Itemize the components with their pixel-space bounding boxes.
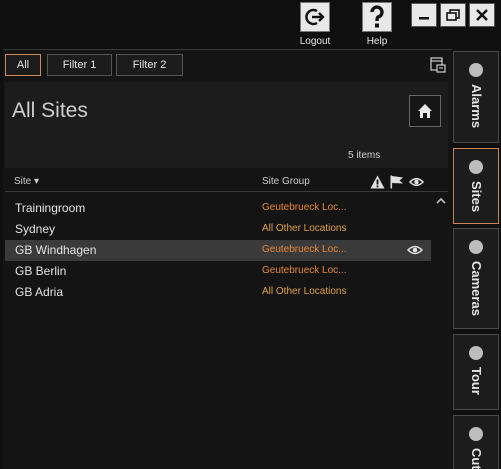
table-row[interactable]: Sydney All Other Locations <box>5 219 431 240</box>
popout-icon[interactable] <box>430 57 446 73</box>
table-row[interactable]: GB Adria All Other Locations <box>5 282 431 303</box>
side-tab-cut[interactable]: Cut <box>453 415 499 469</box>
tab-filter-1[interactable]: Filter 1 <box>47 54 112 76</box>
logout-label: Logout <box>299 36 331 47</box>
logout-button[interactable]: Logout <box>292 2 338 50</box>
table-row[interactable]: GB Windhagen Geutebrueck Loc... <box>5 240 431 261</box>
side-tab-alarms[interactable]: Alarms <box>453 51 499 143</box>
site-group: Geutebrueck Loc... <box>262 244 347 255</box>
site-name: GB Windhagen <box>15 243 97 257</box>
sites-list: Trainingroom Geutebrueck Loc... Sydney A… <box>5 198 431 303</box>
status-dot-icon <box>469 63 483 77</box>
side-tab-label: Cameras <box>469 261 484 316</box>
site-group: Geutebrueck Loc... <box>262 265 347 276</box>
site-name: GB Berlin <box>15 264 67 278</box>
tab-filter-2[interactable]: Filter 2 <box>116 54 183 76</box>
items-count: 5 items <box>348 150 381 161</box>
column-site[interactable]: Site ▾ <box>14 176 39 187</box>
status-dot-icon <box>469 427 483 441</box>
status-dot-icon <box>469 346 483 360</box>
page-title: All Sites <box>12 99 88 122</box>
site-group: All Other Locations <box>262 223 347 234</box>
side-tab-tour[interactable]: Tour <box>453 334 499 410</box>
maximize-button[interactable] <box>440 3 466 27</box>
side-tab-cameras[interactable]: Cameras <box>453 228 499 329</box>
help-button[interactable]: Help <box>354 2 400 50</box>
scroll-up-icon[interactable] <box>435 196 447 206</box>
side-tab-label: Sites <box>469 181 484 213</box>
column-header: Site ▾ Site Group <box>5 172 448 192</box>
close-button[interactable] <box>469 3 495 27</box>
alarm-warning-icon[interactable] <box>370 175 385 189</box>
site-name: GB Adria <box>15 285 64 299</box>
column-site-group[interactable]: Site Group <box>262 176 310 187</box>
site-name: Trainingroom <box>15 201 86 215</box>
status-dot-icon <box>469 240 483 254</box>
table-row[interactable]: GB Berlin Geutebrueck Loc... <box>5 261 431 282</box>
help-label: Help <box>366 36 388 47</box>
site-group: All Other Locations <box>262 286 347 297</box>
table-row[interactable]: Trainingroom Geutebrueck Loc... <box>5 198 431 219</box>
minimize-button[interactable] <box>411 3 437 27</box>
sites-panel: All Filter 1 Filter 2 All Sites 5 items … <box>3 49 452 469</box>
side-tab-label: Tour <box>469 367 484 395</box>
side-tab-sites[interactable]: Sites <box>453 148 499 224</box>
site-name: Sydney <box>15 222 56 236</box>
tab-all[interactable]: All <box>5 54 41 76</box>
home-button[interactable] <box>409 95 441 127</box>
eye-icon[interactable] <box>409 175 424 189</box>
header-area: All Sites 5 items <box>5 82 448 168</box>
status-dot-icon <box>469 160 483 174</box>
eye-icon[interactable] <box>407 244 423 256</box>
maximize-icon <box>446 9 460 21</box>
flag-icon[interactable] <box>389 175 404 189</box>
side-tab-label: Cut <box>469 448 484 469</box>
logout-icon <box>300 2 330 32</box>
site-group: Geutebrueck Loc... <box>262 202 347 213</box>
minimize-icon <box>419 17 429 20</box>
side-tab-label: Alarms <box>469 84 484 129</box>
close-icon <box>476 9 488 21</box>
question-mark-icon <box>362 2 392 32</box>
home-icon <box>418 104 432 118</box>
